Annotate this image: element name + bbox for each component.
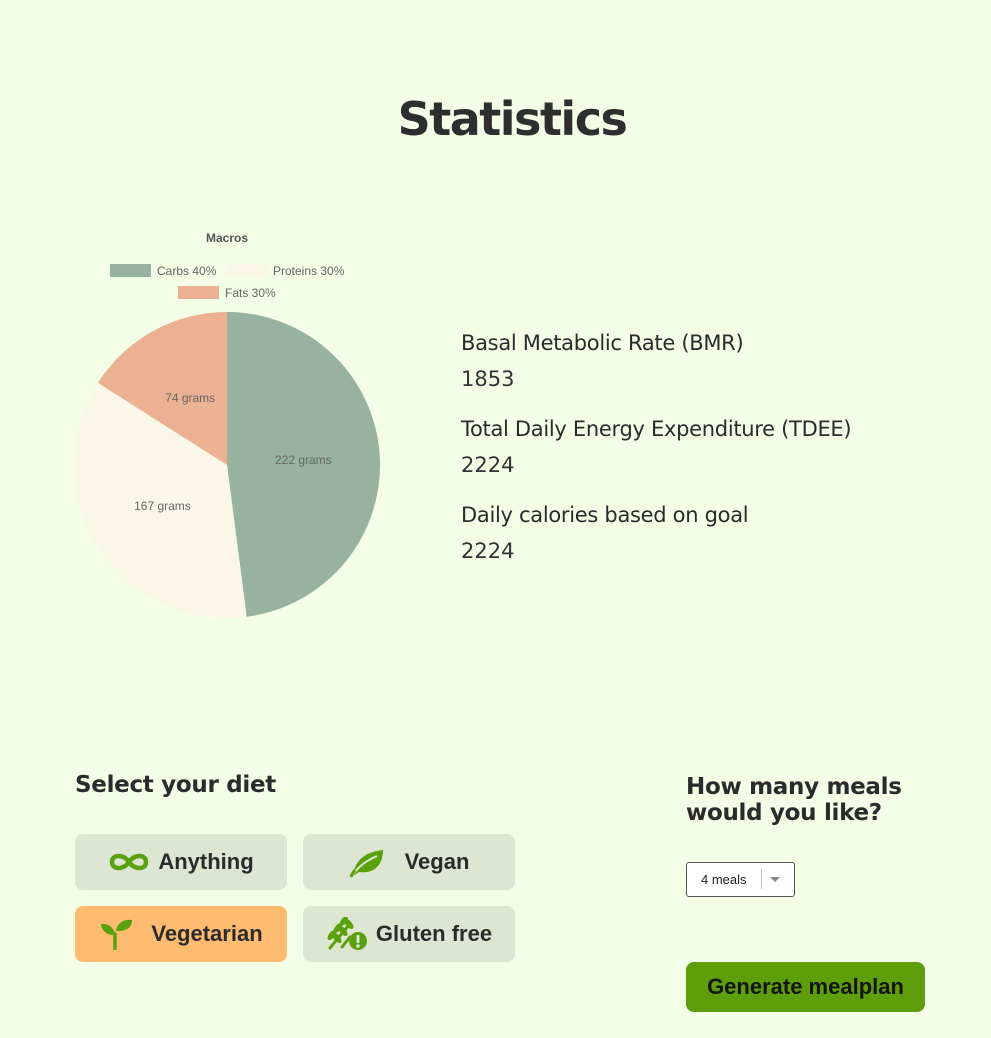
page-title: Statistics [397, 92, 628, 146]
diet-heading: Select your diet [75, 772, 276, 798]
meals-select-value: 4 meals [701, 872, 747, 887]
diet-option-vegetarian[interactable]: Vegetarian [75, 906, 287, 962]
diet-option-vegan[interactable]: Vegan [303, 834, 515, 890]
chart-title: Macros [206, 231, 248, 245]
legend-label: Proteins 30% [273, 264, 345, 278]
legend-swatch [178, 286, 219, 299]
diet-option-label: Vegetarian [151, 921, 263, 946]
chevron-down-icon [770, 877, 780, 882]
diet-option-label: Vegan [404, 849, 470, 874]
wheat-warning-icon [326, 917, 368, 951]
leaf-icon [349, 846, 385, 878]
page: Statistics Macros Carbs 40% Proteins 30% Fa… [0, 0, 991, 1038]
legend-swatch [110, 264, 151, 277]
meals-heading: How many meals would you like? [686, 774, 902, 826]
generate-mealplan-button[interactable]: Generate mealplan [686, 962, 925, 1012]
stats-panel: Basal Metabolic Rate (BMR) 1853 Total Da… [461, 326, 881, 584]
slice-label: 222 grams [275, 453, 332, 467]
tdee-value: 2224 [461, 453, 515, 477]
diet-option-label: Gluten free [375, 921, 493, 946]
select-separator [761, 870, 762, 889]
legend-label: Fats 30% [225, 286, 276, 300]
macros-pie-chart: Macros Carbs 40% Proteins 30% Fats 30% 222 g… [73, 231, 380, 618]
bmr-value: 1853 [461, 367, 515, 391]
infinity-icon [108, 850, 150, 874]
diet-option-label: Anything [158, 849, 254, 874]
slice-label: 167 grams [134, 499, 191, 513]
diet-option-anything[interactable]: Anything [75, 834, 287, 890]
legend-swatch [226, 264, 267, 277]
bmr-label: Basal Metabolic Rate (BMR) [461, 331, 744, 355]
legend-label: Carbs 40% [157, 264, 217, 278]
sprout-icon [99, 918, 133, 950]
diet-option-gluten-free[interactable]: Gluten free [303, 906, 515, 962]
goal-calories-label: Daily calories based on goal [461, 503, 749, 527]
tdee-label: Total Daily Energy Expenditure (TDEE) [461, 417, 852, 441]
goal-calories-value: 2224 [461, 539, 515, 563]
meals-count-select[interactable]: 4 meals [686, 862, 795, 897]
slice-label: 74 grams [165, 391, 215, 405]
